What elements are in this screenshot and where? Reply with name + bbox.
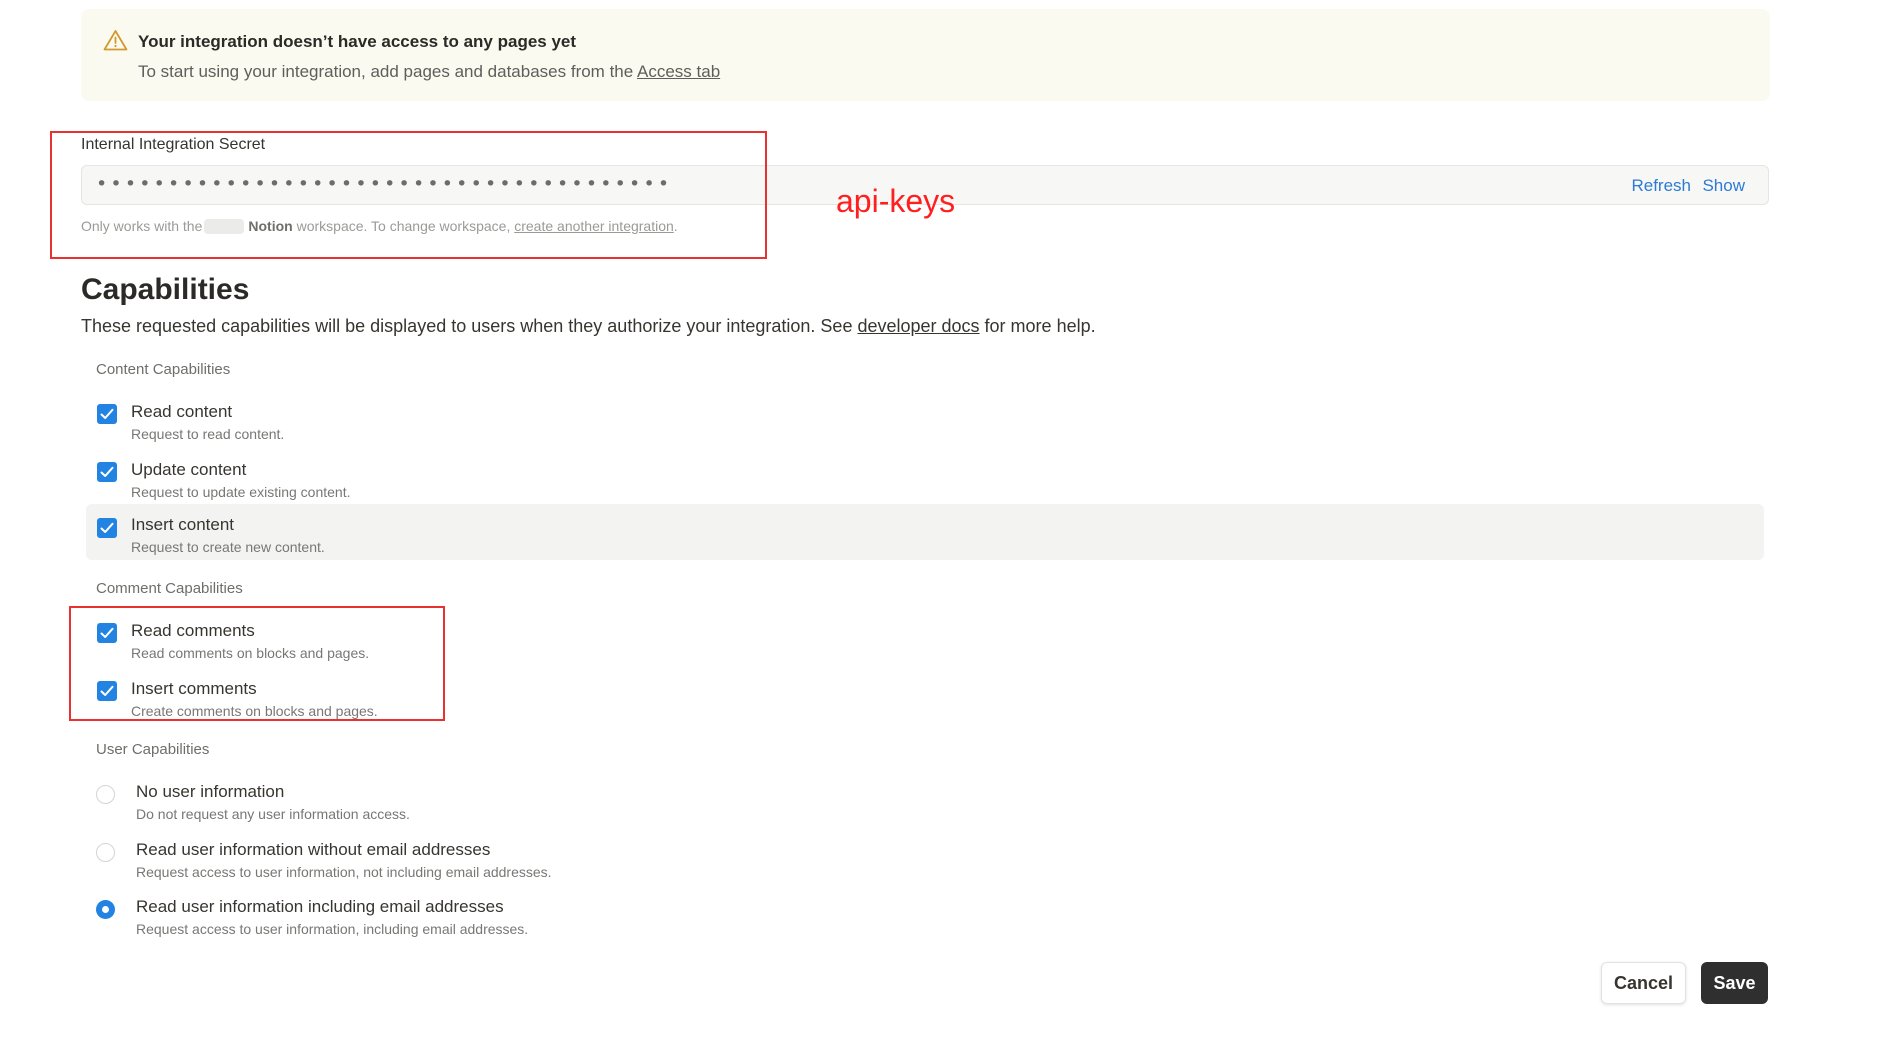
capabilities-description: These requested capabilities will be dis… (81, 316, 1096, 336)
access-tab-link[interactable]: Access tab (637, 62, 720, 81)
option-title: Read content (131, 402, 233, 421)
option-title: Update content (131, 460, 247, 479)
checkbox-insert-content[interactable] (97, 518, 117, 538)
annotation-box-comments (69, 606, 445, 721)
user-capabilities-label: User Capabilities (96, 741, 210, 758)
option-update-content[interactable]: Update content Request to update existin… (86, 451, 1764, 507)
radio-user-info-without-email[interactable] (96, 843, 115, 862)
annotation-label: api-keys (836, 183, 956, 219)
banner-text: To start using your integration, add pag… (138, 62, 721, 81)
capabilities-title: Capabilities (81, 273, 250, 306)
save-button[interactable]: Save (1701, 962, 1768, 1004)
option-subtitle: Request access to user information, incl… (136, 921, 529, 937)
checkbox-update-content[interactable] (97, 462, 117, 482)
option-title: Read user information without email addr… (136, 840, 491, 859)
radio-user-info-with-email[interactable] (96, 900, 115, 919)
option-subtitle: Do not request any user information acce… (136, 806, 410, 822)
check-icon (100, 522, 114, 533)
option-user-info-with-email[interactable]: Read user information including email ad… (86, 888, 1764, 944)
option-subtitle: Request to update existing content. (131, 484, 351, 500)
warning-icon (103, 30, 128, 51)
option-title: Read user information including email ad… (136, 897, 504, 916)
annotation-box-secret (50, 131, 767, 259)
cancel-button[interactable]: Cancel (1601, 962, 1686, 1004)
option-title: Insert content (131, 515, 235, 534)
developer-docs-link[interactable]: developer docs (857, 316, 979, 336)
warning-banner: Your integration doesn’t have access to … (81, 9, 1770, 101)
checkbox-read-content[interactable] (97, 404, 117, 424)
option-title: No user information (136, 782, 285, 801)
show-button[interactable]: Show (1702, 176, 1745, 196)
option-no-user-info[interactable]: No user information Do not request any u… (86, 773, 1764, 829)
option-insert-content[interactable]: Insert content Request to create new con… (86, 504, 1764, 560)
radio-no-user-info[interactable] (96, 785, 115, 804)
refresh-button[interactable]: Refresh (1631, 176, 1691, 196)
comment-capabilities-label: Comment Capabilities (96, 580, 243, 597)
option-subtitle: Request access to user information, not … (136, 864, 552, 880)
option-subtitle: Request to read content. (131, 426, 285, 442)
check-icon (100, 466, 114, 477)
option-subtitle: Request to create new content. (131, 539, 325, 555)
option-read-content[interactable]: Read content Request to read content. (86, 393, 1764, 449)
content-capabilities-label: Content Capabilities (96, 361, 231, 378)
banner-title: Your integration doesn’t have access to … (138, 32, 577, 51)
check-icon (100, 408, 114, 419)
option-user-info-without-email[interactable]: Read user information without email addr… (86, 831, 1764, 887)
